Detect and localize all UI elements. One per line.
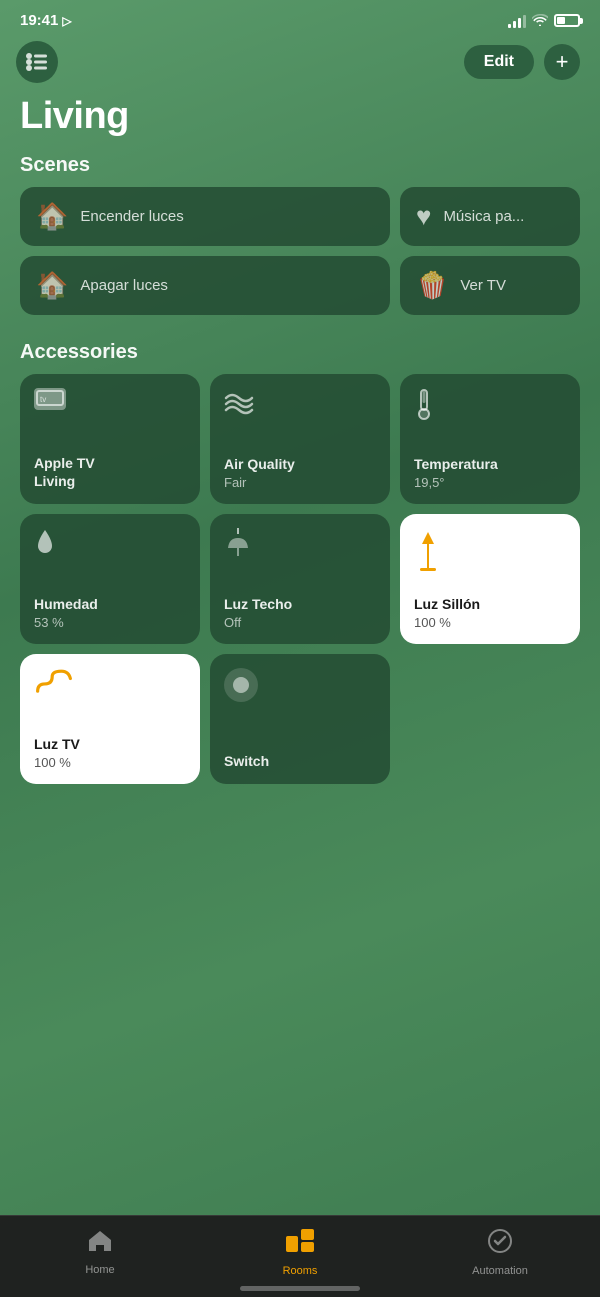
accessory-airquality-text: Air Quality Fair	[224, 455, 376, 490]
battery-icon	[554, 14, 580, 27]
status-left: 19:41 ▷	[20, 12, 72, 29]
edit-button[interactable]: Edit	[464, 45, 534, 79]
accessory-temperatura-status: 19,5°	[414, 475, 566, 490]
thermometer-icon	[414, 388, 566, 427]
accessory-appletv-text: Apple TVLiving	[34, 454, 186, 490]
accessory-luztv[interactable]: Luz TV 100 %	[20, 654, 200, 784]
accessory-temperatura-name: Temperatura	[414, 455, 566, 473]
switch-circle	[233, 677, 249, 693]
luztv-icon-wrap	[34, 668, 186, 711]
switch-icon	[224, 668, 376, 710]
nav-home[interactable]: Home	[0, 1229, 200, 1276]
appletv-icon: tv	[34, 388, 66, 410]
accessory-luztv-status: 100 %	[34, 755, 186, 770]
accessories-section: Accessories tv Apple TVLiving	[0, 341, 600, 784]
svg-text:tv: tv	[40, 395, 46, 404]
scenes-section: Scenes 🏠 Encender luces ♥ Música pa... 🏠…	[0, 154, 600, 325]
accessory-luztecho-text: Luz Techo Off	[224, 595, 376, 630]
scene-encender-label: Encender luces	[80, 208, 183, 225]
accessory-luztv-text: Luz TV 100 %	[34, 735, 186, 770]
scene-musica-label: Música pa...	[443, 208, 524, 225]
accessory-luzsillon-text: Luz Sillón 100 %	[414, 595, 566, 630]
signal-bar-2	[513, 21, 516, 28]
accessories-label: Accessories	[0, 341, 600, 374]
signal-bar-3	[518, 18, 521, 28]
accessory-luzsillon-status: 100 %	[414, 615, 566, 630]
accessory-humedad-status: 53 %	[34, 615, 186, 630]
top-right: Edit +	[464, 44, 580, 80]
accessory-temperatura[interactable]: Temperatura 19,5°	[400, 374, 580, 504]
house-icon-encender: 🏠	[36, 201, 68, 232]
signal-bars	[508, 14, 526, 28]
ceiling-lamp-icon	[224, 528, 376, 567]
status-right	[508, 13, 580, 29]
drop-icon	[34, 528, 186, 565]
popcorn-icon: 🍿	[416, 270, 448, 301]
accessory-luztecho-name: Luz Techo	[224, 595, 376, 613]
nav-automation[interactable]: Automation	[400, 1228, 600, 1277]
scenes-row-2: 🏠 Apagar luces 🍿 Ver TV	[20, 256, 580, 315]
scene-musica[interactable]: ♥ Música pa...	[400, 187, 580, 246]
accessory-appletv-name: Apple TVLiving	[34, 454, 186, 490]
accessory-switch-name: Switch	[224, 752, 376, 770]
top-controls: Edit +	[0, 33, 600, 91]
signal-bar-1	[508, 24, 511, 28]
status-bar: 19:41 ▷	[0, 0, 600, 33]
nav-automation-label: Automation	[472, 1265, 528, 1277]
home-nav-icon	[87, 1229, 113, 1260]
scenes-label: Scenes	[0, 154, 600, 187]
heart-icon-musica: ♥	[416, 201, 431, 232]
location-icon: ▷	[62, 14, 71, 28]
scene-apagar[interactable]: 🏠 Apagar luces	[20, 256, 390, 315]
scenes-row-1: 🏠 Encender luces ♥ Música pa...	[20, 187, 580, 246]
accessory-luztv-name: Luz TV	[34, 735, 186, 753]
appletv-icon-wrap: tv	[34, 388, 186, 418]
wifi-icon	[532, 13, 548, 29]
nav-rooms[interactable]: Rooms	[200, 1228, 400, 1277]
accessory-humedad-text: Humedad 53 %	[34, 595, 186, 630]
accessory-airquality[interactable]: Air Quality Fair	[210, 374, 390, 504]
add-button[interactable]: +	[544, 44, 580, 80]
bottom-nav: Home Rooms Automation	[0, 1215, 600, 1297]
accessory-appletv[interactable]: tv Apple TVLiving	[20, 374, 200, 504]
scene-apagar-label: Apagar luces	[80, 277, 168, 294]
scene-vertv[interactable]: 🍿 Ver TV	[400, 256, 580, 315]
accessory-luztecho-status: Off	[224, 615, 376, 630]
floor-lamp-icon	[414, 528, 566, 580]
house-icon-apagar: 🏠	[36, 270, 68, 301]
accessory-switch[interactable]: Switch	[210, 654, 390, 784]
plus-icon: +	[556, 51, 569, 73]
menu-button[interactable]	[16, 41, 58, 83]
air-quality-icon	[224, 388, 376, 423]
automation-nav-icon	[487, 1228, 513, 1261]
rooms-nav-icon	[285, 1228, 315, 1261]
accessory-humedad[interactable]: Humedad 53 %	[20, 514, 200, 644]
signal-bar-4	[523, 15, 526, 28]
accessory-switch-text: Switch	[224, 752, 376, 770]
scene-vertv-label: Ver TV	[460, 277, 506, 294]
accessory-luztecho[interactable]: Luz Techo Off	[210, 514, 390, 644]
accessory-airquality-name: Air Quality	[224, 455, 376, 473]
accessory-luzsillon[interactable]: Luz Sillón 100 %	[400, 514, 580, 644]
accessory-luzsillon-name: Luz Sillón	[414, 595, 566, 613]
nav-home-label: Home	[85, 1264, 114, 1276]
accessory-humedad-name: Humedad	[34, 595, 186, 613]
accessories-grid: tv Apple TVLiving Air Quality Fair	[0, 374, 600, 784]
accessory-temperatura-text: Temperatura 19,5°	[414, 455, 566, 490]
scene-encender[interactable]: 🏠 Encender luces	[20, 187, 390, 246]
time: 19:41	[20, 12, 58, 29]
scenes-container: 🏠 Encender luces ♥ Música pa... 🏠 Apagar…	[0, 187, 600, 325]
page-title: Living	[0, 91, 600, 154]
accessory-airquality-status: Fair	[224, 475, 376, 490]
nav-rooms-label: Rooms	[283, 1265, 318, 1277]
home-indicator	[240, 1286, 360, 1291]
